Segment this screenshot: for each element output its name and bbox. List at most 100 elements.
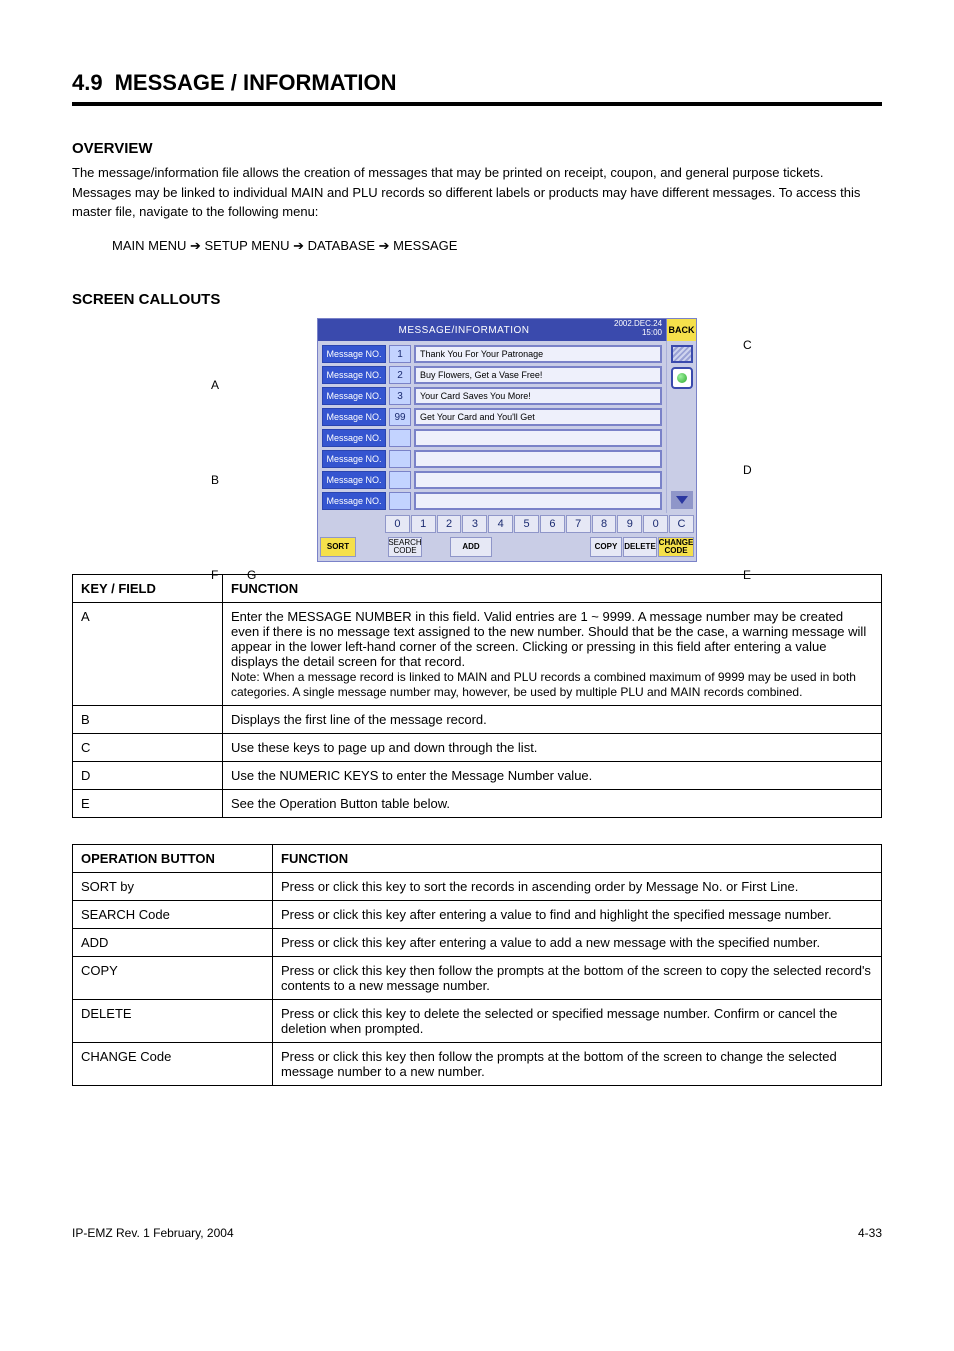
message-text-field[interactable]: Your Card Saves You More! xyxy=(414,387,662,405)
cell-key: SORT by xyxy=(73,873,273,901)
numkey[interactable]: 0 xyxy=(643,515,668,533)
scroll-up-icon[interactable] xyxy=(671,345,693,363)
back-button[interactable]: BACK xyxy=(666,319,696,341)
scrollbar-area xyxy=(666,341,696,513)
cell-fn: Press or click this key after entering a… xyxy=(273,901,882,929)
message-row[interactable]: Message NO. xyxy=(322,492,662,510)
cell-fn: See the Operation Button table below. xyxy=(223,790,882,818)
table-row: COPY Press or click this key then follow… xyxy=(73,957,882,1000)
message-text-field[interactable]: Thank You For Your Patronage xyxy=(414,345,662,363)
message-text-field[interactable]: Get Your Card and You'll Get xyxy=(414,408,662,426)
add-button[interactable]: ADD xyxy=(450,537,492,557)
cell-fn: Press or click this key then follow the … xyxy=(273,1043,882,1086)
overview-body: The message/information file allows the … xyxy=(72,163,882,222)
numkey[interactable]: 1 xyxy=(411,515,436,533)
message-number-field[interactable] xyxy=(389,471,411,489)
numkey[interactable]: 7 xyxy=(566,515,591,533)
message-text-field[interactable] xyxy=(414,429,662,447)
numkey[interactable]: 6 xyxy=(540,515,565,533)
overview-heading: OVERVIEW xyxy=(72,140,882,157)
numkey[interactable]: 8 xyxy=(592,515,617,533)
message-text-field[interactable]: Buy Flowers, Get a Vase Free! xyxy=(414,366,662,384)
app-titlebar: MESSAGE/INFORMATION 2002.DEC.24 15:00 BA… xyxy=(318,319,696,341)
message-row[interactable]: Message NO. 99 Get Your Card and You'll … xyxy=(322,408,662,426)
cell-fn: Use the NUMERIC KEYS to enter the Messag… xyxy=(223,762,882,790)
delete-button[interactable]: DELETE xyxy=(623,537,657,557)
footer-right: 4-33 xyxy=(858,1226,882,1240)
th-opbtn: OPERATION BUTTON xyxy=(73,845,273,873)
row-label: Message NO. xyxy=(322,429,386,447)
table-row: C Use these keys to page up and down thr… xyxy=(73,734,882,762)
cell-key: DELETE xyxy=(73,1000,273,1043)
table-row: SEARCH Code Press or click this key afte… xyxy=(73,901,882,929)
cell-fn-text: Enter the MESSAGE NUMBER in this field. … xyxy=(231,609,866,669)
message-text-field[interactable] xyxy=(414,450,662,468)
table-row: E See the Operation Button table below. xyxy=(73,790,882,818)
numkey[interactable]: 0 xyxy=(385,515,410,533)
th-function: FUNCTION xyxy=(223,575,882,603)
row-label: Message NO. xyxy=(322,471,386,489)
clear-key[interactable]: C xyxy=(669,515,694,533)
message-row[interactable]: Message NO. 2 Buy Flowers, Get a Vase Fr… xyxy=(322,366,662,384)
copy-button[interactable]: COPY xyxy=(590,537,622,557)
row-label: Message NO. xyxy=(322,492,386,510)
numkey[interactable]: 2 xyxy=(437,515,462,533)
status-indicator-icon[interactable] xyxy=(671,367,693,389)
message-text-field[interactable] xyxy=(414,492,662,510)
change-code-button[interactable]: CHANGE CODE xyxy=(658,537,694,557)
window-time: 15:00 xyxy=(614,329,662,338)
message-number-field[interactable]: 2 xyxy=(389,366,411,384)
sort-button[interactable]: SORT xyxy=(320,537,356,557)
message-number-field[interactable] xyxy=(389,450,411,468)
message-number-field[interactable]: 99 xyxy=(389,408,411,426)
cell-fn: Press or click this key to delete the se… xyxy=(273,1000,882,1043)
search-code-button[interactable]: SEARCH CODE xyxy=(388,537,422,557)
numkey[interactable]: 5 xyxy=(514,515,539,533)
message-number-field[interactable]: 1 xyxy=(389,345,411,363)
callout-d: D xyxy=(743,463,752,477)
section-rule xyxy=(72,102,882,106)
message-row[interactable]: Message NO. 1 Thank You For Your Patrona… xyxy=(322,345,662,363)
keyfield-table: KEY / FIELD FUNCTION A Enter the MESSAGE… xyxy=(72,574,882,818)
cell-fn: Press or click this key then follow the … xyxy=(273,957,882,1000)
footer-left: IP-EMZ Rev. 1 February, 2004 xyxy=(72,1226,234,1240)
message-number-field[interactable] xyxy=(389,429,411,447)
callout-g: G xyxy=(247,568,256,582)
cell-fn: Press or click this key to sort the reco… xyxy=(273,873,882,901)
scroll-down-icon[interactable] xyxy=(671,491,693,509)
cell-fn-note: Note: When a message record is linked to… xyxy=(231,670,856,699)
message-number-field[interactable]: 3 xyxy=(389,387,411,405)
cell-fn: Displays the first line of the message r… xyxy=(223,706,882,734)
nav-path: MAIN MENU ➔ SETUP MENU ➔ DATABASE ➔ MESS… xyxy=(72,236,882,256)
message-number-field[interactable] xyxy=(389,492,411,510)
row-label: Message NO. xyxy=(322,408,386,426)
table-row: SORT by Press or click this key to sort … xyxy=(73,873,882,901)
cell-fn: Enter the MESSAGE NUMBER in this field. … xyxy=(223,603,882,706)
callout-a: A xyxy=(211,378,219,392)
table-row: DELETE Press or click this key to delete… xyxy=(73,1000,882,1043)
cell-key: SEARCH Code xyxy=(73,901,273,929)
table-row: D Use the NUMERIC KEYS to enter the Mess… xyxy=(73,762,882,790)
message-text-field[interactable] xyxy=(414,471,662,489)
operation-button-row: SORT SEARCH CODE ADD COPY DELETE CHANGE … xyxy=(318,537,696,561)
section-number: 4.9 xyxy=(72,70,103,96)
cell-key: B xyxy=(73,706,223,734)
cell-key: A xyxy=(73,603,223,706)
section-title: MESSAGE / INFORMATION xyxy=(115,70,397,96)
cell-fn: Use these keys to page up and down throu… xyxy=(223,734,882,762)
row-label: Message NO. xyxy=(322,345,386,363)
message-row[interactable]: Message NO. xyxy=(322,471,662,489)
table-row: CHANGE Code Press or click this key then… xyxy=(73,1043,882,1086)
numkey[interactable]: 9 xyxy=(617,515,642,533)
screenshot-figure: A B C D E F G MESSAGE/INFORMATION 2002.D… xyxy=(197,318,757,562)
table-row: ADD Press or click this key after enteri… xyxy=(73,929,882,957)
numkey[interactable]: 3 xyxy=(462,515,487,533)
callout-f: F xyxy=(211,568,218,582)
message-row[interactable]: Message NO. xyxy=(322,450,662,468)
window-title: MESSAGE/INFORMATION xyxy=(318,319,610,341)
app-window: MESSAGE/INFORMATION 2002.DEC.24 15:00 BA… xyxy=(317,318,697,562)
message-row[interactable]: Message NO. xyxy=(322,429,662,447)
message-row[interactable]: Message NO. 3 Your Card Saves You More! xyxy=(322,387,662,405)
numkey[interactable]: 4 xyxy=(488,515,513,533)
cell-key: E xyxy=(73,790,223,818)
